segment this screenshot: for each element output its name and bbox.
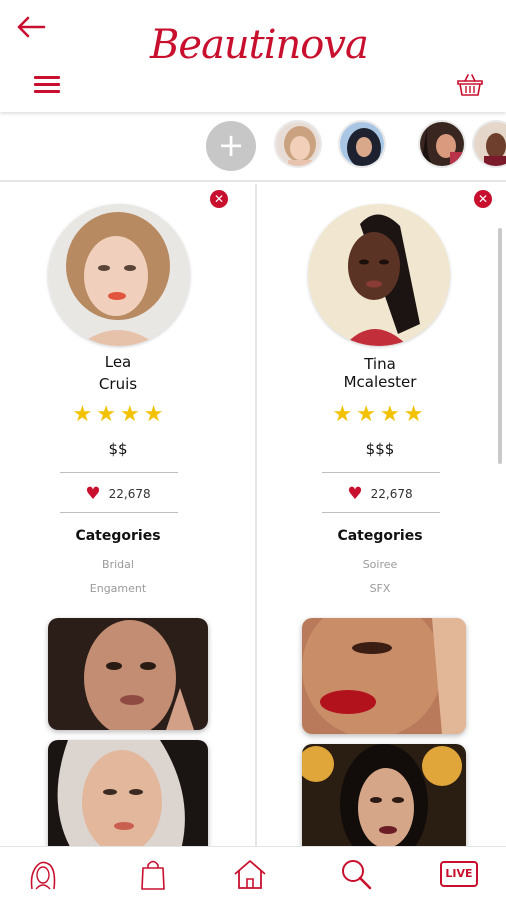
price-level: $$ (108, 440, 128, 458)
story-avatar[interactable] (418, 120, 466, 168)
remove-artist-button[interactable]: ✕ (210, 190, 228, 208)
column-divider (255, 184, 257, 846)
likes-count[interactable]: ♥ 22,678 (48, 484, 188, 504)
rating-stars: ★★★★ (332, 402, 428, 427)
basket-icon (457, 74, 483, 96)
likes-value: 22,678 (108, 487, 151, 501)
story-avatar[interactable] (338, 120, 386, 168)
category-item: Engament (89, 582, 147, 595)
profile-icon (30, 861, 56, 890)
home-icon (234, 860, 266, 889)
category-item: Bridal (102, 558, 134, 571)
artist-first-name: Lea (104, 353, 132, 371)
artist-last-name: Mcalester (343, 373, 417, 391)
nav-profile[interactable] (24, 857, 64, 891)
divider (322, 472, 440, 473)
divider (322, 512, 440, 513)
categories-title: Categories (337, 528, 423, 544)
heart-icon: ♥ (347, 484, 363, 504)
scrollbar[interactable] (498, 228, 502, 464)
portfolio-photo[interactable] (48, 618, 208, 730)
divider (60, 472, 178, 473)
nav-live[interactable]: LIVE (440, 861, 478, 887)
rating-stars: ★★★★ (72, 402, 168, 427)
likes-value: 22,678 (370, 487, 413, 501)
artist-first-name: Tina (364, 355, 396, 373)
categories-title: Categories (75, 528, 161, 544)
nav-shop[interactable] (136, 857, 176, 891)
arrow-left-icon (17, 16, 46, 38)
artist-avatar[interactable] (48, 204, 190, 346)
search-icon (342, 860, 372, 890)
bottom-navigation: LIVE (0, 846, 506, 900)
add-story-button[interactable]: + (206, 121, 256, 171)
portfolio-photo[interactable] (48, 740, 208, 846)
artist-card-lea[interactable]: ✕ Lea Cruis ★★★★ $$ ♥ 22,678 Categories B… (0, 184, 256, 846)
app-header: Beautinova (0, 0, 506, 112)
likes-count[interactable]: ♥ 22,678 (310, 484, 450, 504)
category-item: SFX (369, 582, 391, 595)
app-logo: Beautinova (150, 22, 369, 68)
artist-avatar[interactable] (308, 204, 450, 346)
hamburger-menu-icon (34, 76, 60, 79)
stories-strip: + (0, 112, 506, 182)
story-avatar[interactable] (274, 120, 322, 168)
artist-last-name: Cruis (98, 375, 138, 393)
live-icon: LIVE (445, 867, 473, 880)
nav-search[interactable] (338, 857, 378, 891)
back-button[interactable] (14, 14, 48, 40)
remove-artist-button[interactable]: ✕ (474, 190, 492, 208)
basket-button[interactable] (456, 72, 484, 98)
portfolio-photo[interactable] (302, 618, 466, 734)
shopping-bag-icon (141, 860, 165, 890)
divider (60, 512, 178, 513)
heart-icon: ♥ (85, 484, 101, 504)
menu-button[interactable] (34, 76, 60, 96)
category-item: Soiree (362, 558, 398, 571)
artist-card-tina[interactable]: ✕ Tina Mcalester ★★★★ $$$ ♥ 22,678 Catego… (258, 184, 498, 846)
portfolio-photo[interactable] (302, 744, 466, 846)
nav-home[interactable] (232, 857, 272, 891)
story-avatar[interactable] (472, 120, 506, 168)
price-level: $$$ (365, 440, 395, 458)
